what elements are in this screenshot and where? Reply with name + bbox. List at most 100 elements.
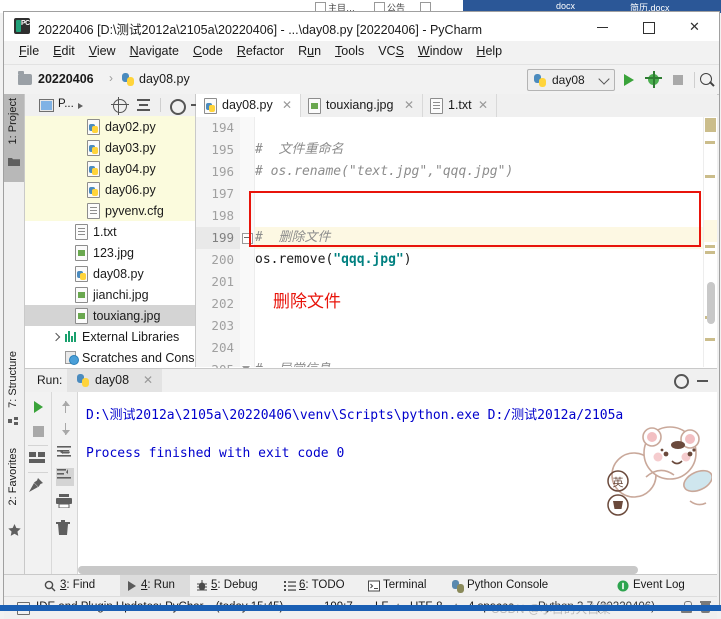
select-opened-file-icon[interactable] — [39, 99, 54, 112]
sidebar-item-structure[interactable]: 7: Structure — [4, 347, 24, 439]
breadcrumb-file[interactable]: day08.py — [139, 72, 190, 86]
menu-refactor[interactable]: Refactor — [230, 41, 291, 60]
chevron-right-icon[interactable] — [51, 332, 61, 342]
menu-file[interactable]: File — [12, 41, 46, 60]
up-the-stack-trace-button[interactable] — [56, 398, 74, 416]
fold-marker-icon[interactable] — [242, 233, 253, 244]
scroll-to-end-button[interactable] — [56, 468, 74, 486]
run-configuration-label: day08 — [552, 73, 585, 87]
bottom-tab-debug[interactable]: 5: Debug — [190, 575, 278, 597]
tree-row[interactable]: day06.py — [25, 179, 195, 200]
python-icon — [77, 374, 90, 387]
text-file-icon — [87, 203, 101, 219]
menu-edit[interactable]: Edit — [46, 41, 82, 60]
text-file-icon — [75, 224, 89, 240]
code-content[interactable]: # 文件重命名 # os.rename("text.jpg","qqq.jpg"… — [255, 117, 717, 367]
project-panel: P... day02.py day03.py day04.py day06.py… — [25, 94, 202, 367]
menu-run[interactable]: Run — [291, 41, 328, 60]
bottom-tab-todo[interactable]: 6: TODO — [278, 575, 362, 597]
tree-row[interactable]: day02.py — [25, 116, 195, 137]
sidebar-item-project[interactable]: 1: Project — [4, 94, 24, 182]
tab-day08-py[interactable]: day08.py ✕ — [196, 94, 301, 118]
tree-row[interactable]: pyvenv.cfg — [25, 200, 195, 221]
editor-vertical-scrollbar[interactable] — [707, 282, 715, 324]
settings-gear-icon[interactable] — [674, 374, 689, 389]
menu-help[interactable]: Help — [469, 41, 509, 60]
editor-gutter[interactable]: 194 195 196 197 198 199 200 201 202 203 … — [196, 117, 241, 377]
stop-button[interactable] — [669, 71, 687, 89]
python-file-icon — [87, 140, 101, 156]
run-button[interactable] — [621, 71, 639, 89]
close-button[interactable]: ✕ — [674, 12, 715, 41]
settings-gear-icon[interactable] — [170, 99, 186, 115]
soft-wrap-button[interactable] — [56, 444, 74, 462]
run-tab-label: day08 — [95, 373, 130, 387]
tree-row-label: day03.py — [105, 141, 156, 155]
star-icon — [8, 524, 21, 536]
menu-navigate[interactable]: Navigate — [123, 41, 186, 60]
console-horizontal-scrollbar[interactable] — [78, 566, 638, 574]
run-configuration-selector[interactable]: day08 — [527, 69, 615, 91]
print-button[interactable] — [56, 494, 74, 512]
bottom-tab-python-console[interactable]: Python Console — [446, 575, 564, 597]
menu-window[interactable]: Window — [411, 41, 469, 60]
bug-icon — [196, 580, 208, 592]
line-number: 200 — [211, 252, 234, 267]
tree-row-label: day06.py — [105, 183, 156, 197]
bottom-tab-terminal[interactable]: Terminal — [362, 575, 446, 597]
tab-touxiang-jpg[interactable]: touxiang.jpg ✕ — [300, 94, 423, 117]
tree-row[interactable]: jianchi.jpg — [25, 284, 195, 305]
code-line: # 异常信息 — [255, 359, 330, 367]
editor-marker-bar[interactable] — [703, 117, 717, 367]
close-icon[interactable]: ✕ — [404, 98, 414, 112]
console-line: Process finished with exit code 0 — [86, 446, 345, 461]
bottom-tab-run[interactable]: 4: Run — [120, 575, 190, 597]
scroll-from-source-icon[interactable] — [111, 97, 129, 115]
bottom-tab-label: Event Log — [633, 579, 685, 591]
console-output[interactable]: D:\测试2012a\2105a\20220406\venv\Scripts\p… — [78, 392, 717, 575]
close-icon[interactable]: ✕ — [478, 98, 488, 112]
search-everywhere-button[interactable] — [697, 71, 715, 89]
tree-row[interactable]: 1.txt — [25, 221, 195, 242]
tree-row[interactable]: day03.py — [25, 137, 195, 158]
menu-code[interactable]: Code — [186, 41, 230, 60]
editor-fold-column[interactable] — [240, 117, 255, 374]
breadcrumb-project[interactable]: 20220406 — [38, 72, 94, 86]
clear-all-button[interactable] — [56, 520, 74, 538]
restore-layout-button[interactable] — [29, 450, 47, 468]
tree-row[interactable]: 123.jpg — [25, 242, 195, 263]
rerun-button[interactable] — [29, 398, 47, 416]
bottom-tab-event-log[interactable]: Event Log — [611, 575, 709, 597]
tab-1-txt[interactable]: 1.txt ✕ — [422, 94, 497, 117]
down-the-stack-trace-button[interactable] — [56, 420, 74, 438]
tree-row[interactable]: day04.py — [25, 158, 195, 179]
tree-row[interactable]: day08.py — [25, 263, 195, 284]
run-tool-window: Run: day08 ✕ D:\测试2012a\2105a\20220406\v… — [25, 368, 717, 575]
tree-row-label: pyvenv.cfg — [105, 204, 164, 218]
folder-icon — [8, 156, 20, 168]
tree-row-selected[interactable]: touxiang.jpg — [25, 305, 195, 326]
maximize-button[interactable] — [628, 12, 669, 41]
menu-view[interactable]: View — [82, 41, 123, 60]
menu-tools[interactable]: Tools — [328, 41, 371, 60]
hide-icon[interactable] — [697, 380, 708, 382]
menu-vcs[interactable]: VCS — [371, 41, 411, 60]
python-file-icon — [87, 119, 101, 135]
code-token: "qqq.jpg" — [333, 252, 404, 267]
collapse-all-icon[interactable] — [137, 99, 150, 111]
pin-tab-button[interactable] — [29, 478, 47, 496]
close-icon[interactable]: ✕ — [282, 98, 292, 112]
stop-button[interactable] — [29, 422, 47, 440]
code-token: os.remove — [255, 252, 326, 267]
bottom-tab-find[interactable]: 3: Find — [38, 575, 120, 597]
close-icon[interactable]: ✕ — [143, 373, 153, 387]
sidebar-item-favorites[interactable]: 2: Favorites — [4, 444, 24, 546]
tree-row[interactable]: Scratches and Consol — [25, 347, 195, 367]
bottom-tab-label: 3: Find — [60, 579, 96, 591]
tree-row[interactable]: External Libraries — [25, 326, 195, 347]
debug-button[interactable] — [645, 71, 663, 89]
project-tree[interactable]: day02.py day03.py day04.py day06.py pyve… — [25, 116, 195, 367]
minimize-button[interactable] — [582, 12, 623, 41]
chevron-right-icon — [78, 103, 83, 109]
run-tab-day08[interactable]: day08 ✕ — [67, 369, 162, 392]
